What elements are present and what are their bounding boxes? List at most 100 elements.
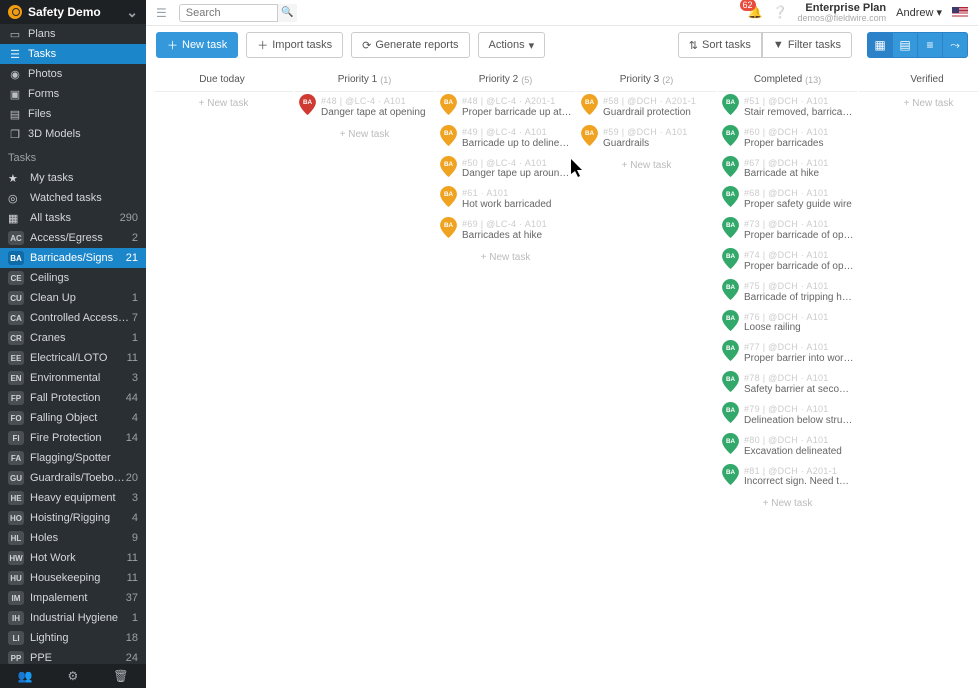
plan-info: Enterprise Plan demos@fieldwire.com [797, 2, 886, 24]
task-card[interactable]: BA#51 | @DCH · A101Stair removed, barric… [718, 92, 857, 123]
task-card[interactable]: BA#76 | @DCH · A101Loose railing [718, 308, 857, 339]
generate-reports-button[interactable]: ⟳ Generate reports [351, 32, 469, 58]
sidebar-item-electrical-loto[interactable]: EEElectrical/LOTO11 [0, 348, 146, 368]
task-card[interactable]: BA#48 | @LC-4 · A101Danger tape at openi… [295, 92, 434, 123]
view-calendar-button[interactable]: ▤ [892, 32, 918, 58]
task-card[interactable]: BA#77 | @DCH · A101Proper barrier into w… [718, 338, 857, 369]
sidebar-item-housekeeping[interactable]: HUHousekeeping11 [0, 568, 146, 588]
task-ref: #77 | @DCH · A101 [744, 342, 854, 353]
svg-text:BA: BA [726, 160, 736, 167]
notifications-button[interactable]: 🔔62 [748, 5, 763, 19]
people-icon[interactable]: 👥 [18, 669, 33, 683]
sidebar: Safety Demo ⌄ ▭Plans☰Tasks◉Photos▣Forms▤… [0, 0, 146, 688]
add-task-in-column[interactable]: + New task [859, 92, 978, 115]
column-header: Priority 3(2) [577, 68, 716, 92]
sidebar-item-watched-tasks[interactable]: ◎Watched tasks [0, 188, 146, 208]
task-card[interactable]: BA#74 | @DCH · A101Proper barricade of o… [718, 246, 857, 277]
new-task-button[interactable]: ＋ New task [156, 32, 238, 58]
sidebar-item-ceilings[interactable]: CECeilings [0, 268, 146, 288]
task-card[interactable]: BA#78 | @DCH · A101Safety barrier at sec… [718, 369, 857, 400]
task-card[interactable]: BA#69 | @LC-4 · A101Barricades at hike [436, 215, 575, 246]
task-ref: #48 | @LC-4 · A201-1 [462, 96, 572, 107]
task-card[interactable]: BA#58 | @DCH · A201-1Guardrail protectio… [577, 92, 716, 123]
task-card[interactable]: BA#49 | @LC-4 · A101Barricade up to deli… [436, 123, 575, 154]
category-badge: HO [8, 511, 24, 525]
task-card[interactable]: BA#61 · A101Hot work barricaded [436, 184, 575, 215]
category-badge: IH [8, 611, 24, 625]
task-card[interactable]: BA#68 | @DCH · A101Proper safety guide w… [718, 184, 857, 215]
nav-tasks[interactable]: ☰Tasks [0, 44, 146, 64]
trash-icon[interactable]: 🗑 [113, 669, 128, 683]
view-grid-button[interactable]: ▦ [867, 32, 893, 58]
task-card[interactable]: BA#79 | @DCH · A101Delineation below str… [718, 400, 857, 431]
task-ref: #78 | @DCH · A101 [744, 373, 854, 384]
sidebar-item-hoisting-rigging[interactable]: HOHoisting/Rigging4 [0, 508, 146, 528]
hamburger-icon[interactable]: ☰ [156, 6, 167, 20]
pin-icon: BA [722, 94, 739, 115]
nav-plans[interactable]: ▭Plans [0, 24, 146, 44]
sidebar-item-ppe[interactable]: PPPPE24 [0, 648, 146, 664]
user-menu[interactable]: Andrew ▾ [896, 6, 942, 19]
nav-forms[interactable]: ▣Forms [0, 84, 146, 104]
task-card[interactable]: BA#60 | @DCH · A101Proper barricades [718, 123, 857, 154]
sidebar-item-lighting[interactable]: LILighting18 [0, 628, 146, 648]
task-category-list[interactable]: ★My tasks◎Watched tasks▦All tasks290ACAc… [0, 168, 146, 664]
flag-icon[interactable] [952, 7, 968, 18]
task-title: Proper barricades [744, 138, 854, 150]
category-badge: LI [8, 631, 24, 645]
kanban-board[interactable]: Due today+ New taskPriority 1(1)BA#48 | … [146, 64, 978, 688]
actions-dropdown[interactable]: Actions ▾ [478, 32, 546, 58]
sidebar-item-my-tasks[interactable]: ★My tasks [0, 168, 146, 188]
nav-3d-models[interactable]: ❒3D Models [0, 124, 146, 144]
pin-icon: BA [722, 279, 739, 300]
gear-icon[interactable]: ⚙ [67, 669, 78, 683]
sidebar-item-clean-up[interactable]: CUClean Up1 [0, 288, 146, 308]
view-list-button[interactable]: ≡ [917, 32, 943, 58]
category-badge: PP [8, 651, 24, 664]
help-icon[interactable]: ❔ [773, 5, 788, 19]
sidebar-item-all-tasks[interactable]: ▦All tasks290 [0, 208, 146, 228]
task-card[interactable]: BA#67 | @DCH · A101Barricade at hike [718, 154, 857, 185]
filter-tasks-button[interactable]: ▼ Filter tasks [762, 32, 852, 58]
sidebar-item-hot-work[interactable]: HWHot Work11 [0, 548, 146, 568]
sidebar-item-guardrails-toeboards[interactable]: GUGuardrails/Toeboards20 [0, 468, 146, 488]
sidebar-item-falling-object[interactable]: FOFalling Object4 [0, 408, 146, 428]
pin-icon: BA [440, 125, 457, 146]
sidebar-item-cranes[interactable]: CRCranes1 [0, 328, 146, 348]
task-title: Danger tape at opening [321, 107, 431, 119]
sidebar-item-fire-protection[interactable]: FIFire Protection14 [0, 428, 146, 448]
task-card[interactable]: BA#50 | @LC-4 · A101Danger tape up aroun… [436, 154, 575, 185]
task-card[interactable]: BA#73 | @DCH · A101Proper barricade of o… [718, 215, 857, 246]
sidebar-item-impalement[interactable]: IMImpalement37 [0, 588, 146, 608]
sidebar-item-barricades-signs[interactable]: BABarricades/Signs21 [0, 248, 146, 268]
sidebar-item-fall-protection[interactable]: FPFall Protection44 [0, 388, 146, 408]
search-button[interactable]: 🔍 [277, 4, 297, 22]
sidebar-item-heavy-equipment[interactable]: HEHeavy equipment3 [0, 488, 146, 508]
add-task-in-column[interactable]: + New task [436, 246, 575, 269]
category-badge: FA [8, 451, 24, 465]
add-task-in-column[interactable]: + New task [295, 123, 434, 146]
task-card[interactable]: BA#59 | @DCH · A101Guardrails [577, 123, 716, 154]
import-tasks-button[interactable]: ＋ Import tasks [246, 32, 343, 58]
project-picker[interactable]: Safety Demo ⌄ [0, 0, 146, 24]
sidebar-item-environmental[interactable]: ENEnvironmental3 [0, 368, 146, 388]
task-ref: #69 | @LC-4 · A101 [462, 219, 572, 230]
task-card[interactable]: BA#48 | @LC-4 · A201-1Proper barricade u… [436, 92, 575, 123]
add-task-in-column[interactable]: + New task [718, 492, 857, 515]
pin-icon: BA [722, 433, 739, 454]
sidebar-item-access-egress[interactable]: ACAccess/Egress2 [0, 228, 146, 248]
nav-files[interactable]: ▤Files [0, 104, 146, 124]
sidebar-item-holes[interactable]: HLHoles9 [0, 528, 146, 548]
sidebar-item-industrial-hygiene[interactable]: IHIndustrial Hygiene1 [0, 608, 146, 628]
task-card[interactable]: BA#80 | @DCH · A101Excavation delineated [718, 431, 857, 462]
sidebar-item-controlled-access-zone[interactable]: CAControlled Access Zone7 [0, 308, 146, 328]
sidebar-item-flagging-spotter[interactable]: FAFlagging/Spotter [0, 448, 146, 468]
task-ref: #49 | @LC-4 · A101 [462, 127, 572, 138]
task-card[interactable]: BA#75 | @DCH · A101Barricade of tripping… [718, 277, 857, 308]
view-chart-button[interactable]: ⤳ [942, 32, 968, 58]
task-card[interactable]: BA#81 | @DCH · A201-1Incorrect sign. Nee… [718, 462, 857, 493]
nav-photos[interactable]: ◉Photos [0, 64, 146, 84]
sort-tasks-button[interactable]: ⇅ Sort tasks [678, 32, 762, 58]
add-task-in-column[interactable]: + New task [154, 92, 293, 115]
add-task-in-column[interactable]: + New task [577, 154, 716, 177]
